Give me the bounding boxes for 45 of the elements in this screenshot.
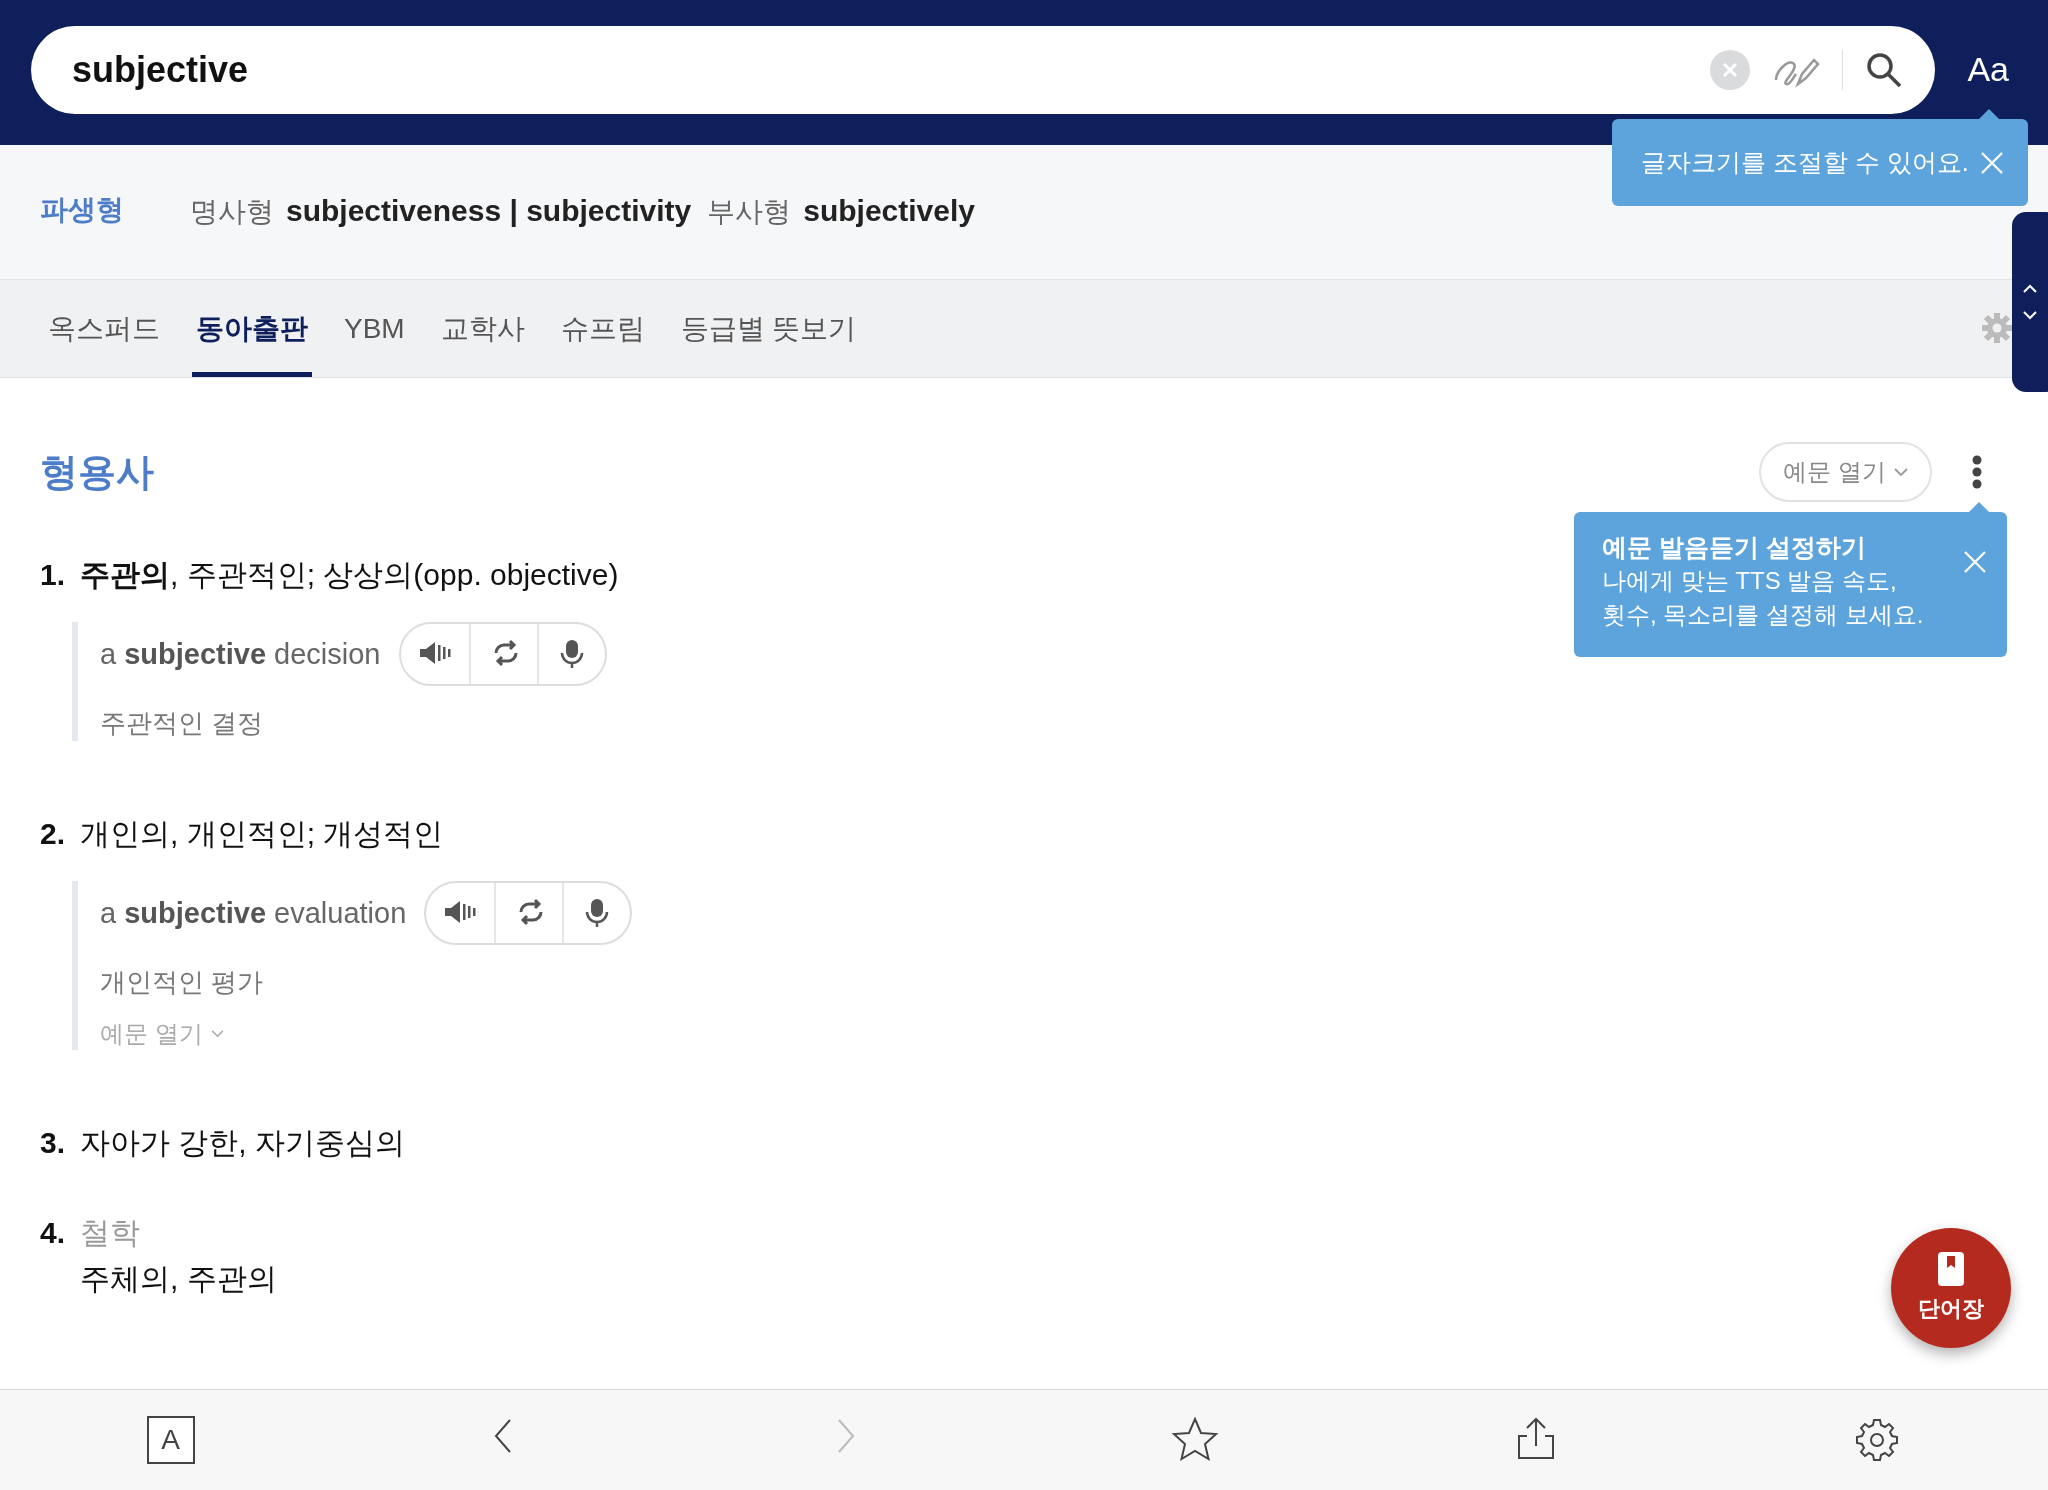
chevron-down-icon xyxy=(1894,467,1908,477)
search-icon[interactable] xyxy=(1865,50,1904,89)
more-options-icon[interactable] xyxy=(1972,455,1982,489)
tooltip-text: 글자크기를 조절할 수 있어요. xyxy=(1641,147,1969,178)
dictionary-tab[interactable]: 동아출판 xyxy=(192,280,312,377)
definition-text: 주체의, 주관의 xyxy=(80,1261,277,1297)
font-size-button[interactable]: Aa xyxy=(1959,50,2017,89)
search-input[interactable]: subjective xyxy=(72,48,1689,91)
definition-text: 개인의, 개인적인; 개성적인 xyxy=(80,816,444,852)
derivative-words[interactable]: subjectiveness | subjectivity xyxy=(286,194,692,228)
sense-number: 2. xyxy=(40,816,67,852)
derivative-type: 부사형 xyxy=(707,195,792,229)
text-style-button[interactable]: A xyxy=(146,1416,195,1464)
example-sentence: a subjective evaluation xyxy=(100,896,407,930)
sense-number: 3. xyxy=(40,1125,67,1161)
chevron-up-icon[interactable] xyxy=(2022,283,2038,293)
scroll-handle[interactable] xyxy=(2012,212,2048,392)
examples-toggle-button[interactable]: 예문 열기 xyxy=(1759,442,1932,502)
tooltip-title: 예문 발음듣기 설정하기 xyxy=(1602,532,1867,563)
star-icon[interactable] xyxy=(1170,1416,1219,1464)
derivative-type: 명사형 xyxy=(190,195,274,229)
tooltip-text: 나에게 맞는 TTS 발음 속도, 횟수, 목소리를 설정해 보세요. xyxy=(1602,566,1925,630)
example-translation: 주관적인 결정 xyxy=(100,707,265,740)
part-of-speech: 형용사 xyxy=(40,449,155,495)
search-field[interactable]: subjective xyxy=(31,25,1936,114)
dictionary-tab[interactable]: 등급별 뜻보기 xyxy=(676,280,861,377)
definition-text: 자아가 강한, 자기중심의 xyxy=(80,1125,405,1161)
bookmark-icon xyxy=(1938,1252,1964,1286)
derivative-words[interactable]: subjectively xyxy=(803,194,975,228)
subject-label: 철학 xyxy=(80,1215,141,1251)
example-sentence: a subjective decision xyxy=(100,637,381,671)
close-icon[interactable] xyxy=(1963,550,1987,574)
sense-number: 4. xyxy=(40,1215,67,1251)
dictionary-tab[interactable]: 옥스퍼드 xyxy=(44,280,164,377)
dictionary-tab[interactable]: YBM xyxy=(340,280,409,377)
example-translation: 개인적인 평가 xyxy=(100,966,265,999)
definition-text: 주관의, 주관적인; 상상의(opp. objective) xyxy=(80,557,619,593)
close-icon[interactable] xyxy=(1980,150,2004,175)
chevron-down-icon xyxy=(210,1030,224,1038)
chevron-down-icon[interactable] xyxy=(2022,311,2038,321)
dictionary-tab[interactable]: 교학사 xyxy=(436,280,529,377)
derivatives-label: 파생형 xyxy=(40,193,124,227)
wordbook-button[interactable]: 단어장 xyxy=(1891,1228,2011,1348)
dictionary-tab[interactable]: 슈프림 xyxy=(556,280,649,377)
sense-number: 1. xyxy=(40,557,67,593)
